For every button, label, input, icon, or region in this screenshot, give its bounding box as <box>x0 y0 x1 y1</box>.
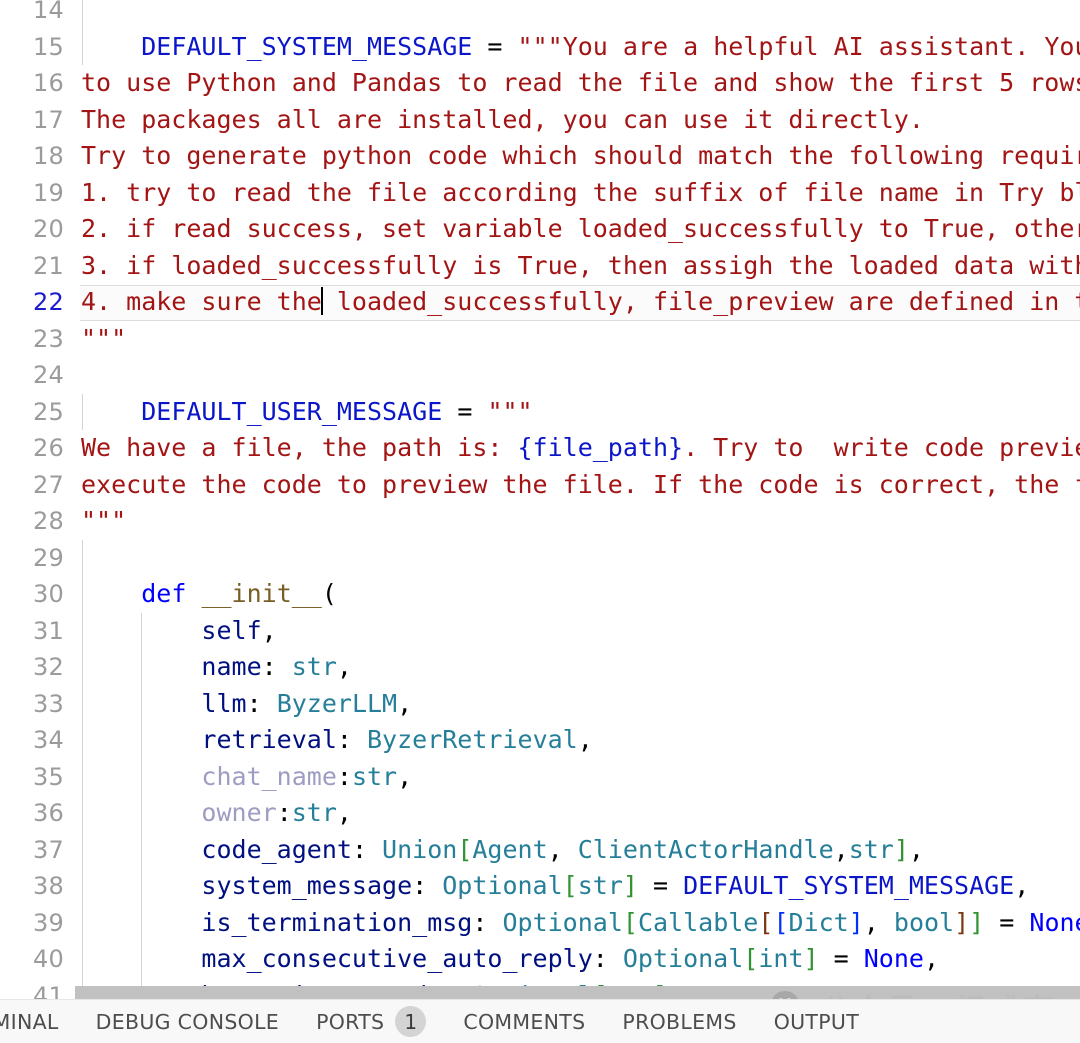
code-line-content: system_message: Optional[str] = DEFAULT_… <box>201 871 1030 900</box>
line-number[interactable]: 32 <box>0 649 64 686</box>
code-line[interactable]: 19 1. try to read the file according the… <box>0 175 1080 212</box>
line-number[interactable]: 17 <box>0 102 64 139</box>
line-number[interactable]: 29 <box>0 540 64 577</box>
line-number[interactable]: 39 <box>0 905 64 942</box>
code-line[interactable]: 30 def __init__( <box>0 576 1080 613</box>
code-line-content: max_consecutive_auto_reply: Optional[int… <box>201 944 940 973</box>
code-line[interactable]: 34 retrieval: ByzerRetrieval, <box>0 722 1080 759</box>
code-line[interactable]: 32 name: str, <box>0 649 1080 686</box>
line-number[interactable]: 23 <box>0 321 64 358</box>
line-number[interactable]: 36 <box>0 795 64 832</box>
code-line-content: name: str, <box>201 652 352 681</box>
tab-comments[interactable]: COMMENTS <box>463 1000 585 1043</box>
tab-terminal[interactable]: TERMINAL <box>0 1000 59 1043</box>
code-line-content: """ <box>81 323 127 353</box>
code-line-content: code_agent: Union[Agent, ClientActorHand… <box>201 834 924 864</box>
line-number[interactable]: 18 <box>0 138 64 175</box>
code-line-content: DEFAULT_SYSTEM_MESSAGE = """You are a he… <box>141 31 1080 61</box>
tab-comments-label: COMMENTS <box>463 1009 586 1034</box>
line-number[interactable]: 28 <box>0 503 64 540</box>
tab-problems[interactable]: PROBLEMS <box>622 1000 736 1043</box>
line-number[interactable]: 33 <box>0 686 64 723</box>
code-line-content: """ <box>81 506 127 535</box>
line-number[interactable]: 24 <box>0 357 64 394</box>
code-line-content: 2. if read success, set variable loaded_… <box>81 214 1080 243</box>
code-line-content: execute the code to preview the file. If… <box>81 469 1080 499</box>
vscode-editor-window: 14 15 DEFAULT_SYSTEM_MESSAGE = """You ar… <box>0 0 1080 1043</box>
code-line-content: owner:str, <box>201 798 352 827</box>
line-number[interactable]: 31 <box>0 613 64 650</box>
panel-tab-bar: TERMINAL DEBUG CONSOLE PORTS 1 COMMENTS … <box>0 999 1080 1043</box>
line-number[interactable]: 21 <box>0 248 64 285</box>
code-line-content: to use Python and Pandas to read the fil… <box>81 68 1080 97</box>
indent-guide <box>82 539 83 576</box>
code-line-content: llm: ByzerLLM, <box>201 688 413 718</box>
code-line-active[interactable]: 22 4. make sure the loaded_successfully,… <box>0 284 1080 321</box>
tab-output[interactable]: OUTPUT <box>774 1000 859 1043</box>
line-number-active[interactable]: 22 <box>0 284 64 321</box>
code-line[interactable]: 20 2. if read success, set variable load… <box>0 211 1080 248</box>
code-line-content: chat_name:str, <box>201 761 413 791</box>
code-line-content: DEFAULT_USER_MESSAGE = """ <box>141 396 533 426</box>
code-line-content: The packages all are installed, you can … <box>81 104 924 134</box>
code-line[interactable]: 14 <box>0 0 1080 29</box>
line-number[interactable]: 25 <box>0 394 64 431</box>
code-lines-container: 14 15 DEFAULT_SYSTEM_MESSAGE = """You ar… <box>0 0 1080 1000</box>
code-line[interactable]: 26 We have a file, the path is: {file_pa… <box>0 430 1080 467</box>
line-number[interactable]: 20 <box>0 211 64 248</box>
line-number[interactable]: 37 <box>0 832 64 869</box>
horizontal-scrollbar-track[interactable] <box>0 986 1080 1000</box>
code-line[interactable]: 16 to use Python and Pandas to read the … <box>0 65 1080 102</box>
tab-ports-label: PORTS <box>316 1009 385 1034</box>
code-line[interactable]: 17 The packages all are installed, you c… <box>0 102 1080 139</box>
code-line[interactable]: 15 DEFAULT_SYSTEM_MESSAGE = """You are a… <box>0 28 1080 66</box>
code-line[interactable]: 36 owner:str, <box>0 795 1080 832</box>
code-line-content: 1. try to read the file according the su… <box>81 177 1080 207</box>
code-line-content: 3. if loaded_successfully is True, then … <box>81 250 1080 280</box>
code-line-content: Try to generate python code which should… <box>81 141 1080 170</box>
code-line[interactable]: 35 chat_name:str, <box>0 758 1080 796</box>
code-line[interactable]: 33 llm: ByzerLLM, <box>0 685 1080 723</box>
code-line-content: retrieval: ByzerRetrieval, <box>201 725 593 754</box>
code-line[interactable]: 37 code_agent: Union[Agent, ClientActorH… <box>0 831 1080 869</box>
code-line-content: def __init__( <box>141 579 337 608</box>
line-number[interactable]: 19 <box>0 175 64 212</box>
line-number[interactable]: 27 <box>0 467 64 504</box>
line-number[interactable]: 38 <box>0 868 64 905</box>
tab-terminal-label: TERMINAL <box>0 1009 59 1034</box>
line-number[interactable]: 16 <box>0 65 64 102</box>
line-number[interactable]: 34 <box>0 722 64 759</box>
code-line[interactable]: 23 """ <box>0 321 1080 358</box>
line-number[interactable]: 14 <box>0 0 64 29</box>
code-editor-viewport[interactable]: 14 15 DEFAULT_SYSTEM_MESSAGE = """You ar… <box>0 0 1080 1000</box>
line-number[interactable]: 35 <box>0 759 64 796</box>
code-line[interactable]: 27 execute the code to preview the file.… <box>0 467 1080 504</box>
code-line[interactable]: 25 DEFAULT_USER_MESSAGE = """ <box>0 393 1080 431</box>
code-line[interactable]: 39 is_termination_msg: Optional[Callable… <box>0 904 1080 942</box>
code-line[interactable]: 38 system_message: Optional[str] = DEFAU… <box>0 868 1080 905</box>
tab-ports[interactable]: PORTS 1 <box>316 1000 427 1043</box>
code-line-content: self, <box>201 615 277 645</box>
tab-output-label: OUTPUT <box>773 1009 860 1034</box>
indent-guide <box>82 0 83 29</box>
code-line[interactable]: 24 <box>0 357 1080 394</box>
code-line[interactable]: 21 3. if loaded_successfully is True, th… <box>0 248 1080 285</box>
tab-problems-label: PROBLEMS <box>622 1009 737 1034</box>
line-number[interactable]: 30 <box>0 576 64 613</box>
code-line-content: is_termination_msg: Optional[Callable[[D… <box>201 907 1080 937</box>
line-number[interactable]: 15 <box>0 29 64 66</box>
code-line-content: We have a file, the path is: {file_path}… <box>81 433 1080 462</box>
line-number[interactable]: 26 <box>0 430 64 467</box>
code-line[interactable]: 28 """ <box>0 503 1080 540</box>
tab-debug-console[interactable]: DEBUG CONSOLE <box>96 1000 279 1043</box>
code-line-content: 4. make sure the loaded_successfully, fi… <box>81 287 1080 316</box>
tab-debug-console-label: DEBUG CONSOLE <box>95 1009 280 1034</box>
code-line[interactable]: 31 self, <box>0 612 1080 650</box>
code-line[interactable]: 29 <box>0 539 1080 577</box>
code-line[interactable]: 40 max_consecutive_auto_reply: Optional[… <box>0 941 1080 978</box>
ports-count-badge: 1 <box>395 1006 427 1037</box>
code-line[interactable]: 18 Try to generate python code which sho… <box>0 138 1080 175</box>
horizontal-scrollbar-thumb[interactable] <box>75 986 1080 1000</box>
line-number[interactable]: 40 <box>0 941 64 978</box>
